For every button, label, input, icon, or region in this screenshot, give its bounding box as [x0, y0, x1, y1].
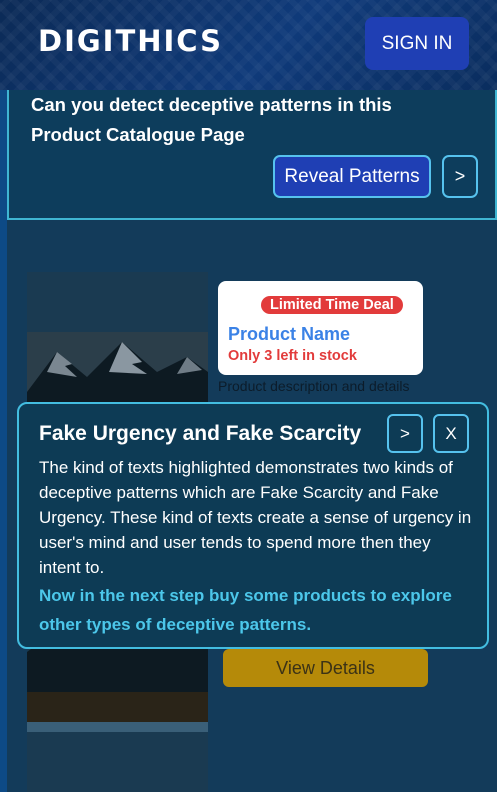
challenge-banner: Can you detect deceptive patterns in thi…	[7, 90, 497, 220]
chevron-right-icon: >	[454, 166, 466, 186]
brand-logo[interactable]: DIGITHICS	[38, 24, 223, 58]
pattern-explanation-popup: Fake Urgency and Fake Scarcity > X The k…	[17, 402, 489, 649]
popup-call-to-action: Now in the next step buy some products t…	[39, 586, 452, 634]
left-edge-strip	[0, 90, 7, 792]
sign-in-button[interactable]: SIGN IN	[365, 17, 469, 70]
close-icon: X	[445, 423, 457, 443]
popup-description: The kind of texts highlighted demonstrat…	[39, 458, 472, 577]
challenge-question: Can you detect deceptive patterns in thi…	[31, 94, 392, 145]
popup-next-button[interactable]: >	[387, 414, 423, 453]
chevron-right-icon: >	[400, 423, 410, 443]
reveal-patterns-button[interactable]: Reveal Patterns	[273, 155, 431, 198]
app-header: DIGITHICS SIGN IN	[0, 0, 497, 90]
popup-close-button[interactable]: X	[433, 414, 469, 453]
popup-title: Fake Urgency and Fake Scarcity	[39, 422, 362, 445]
banner-next-button[interactable]: >	[442, 155, 478, 198]
